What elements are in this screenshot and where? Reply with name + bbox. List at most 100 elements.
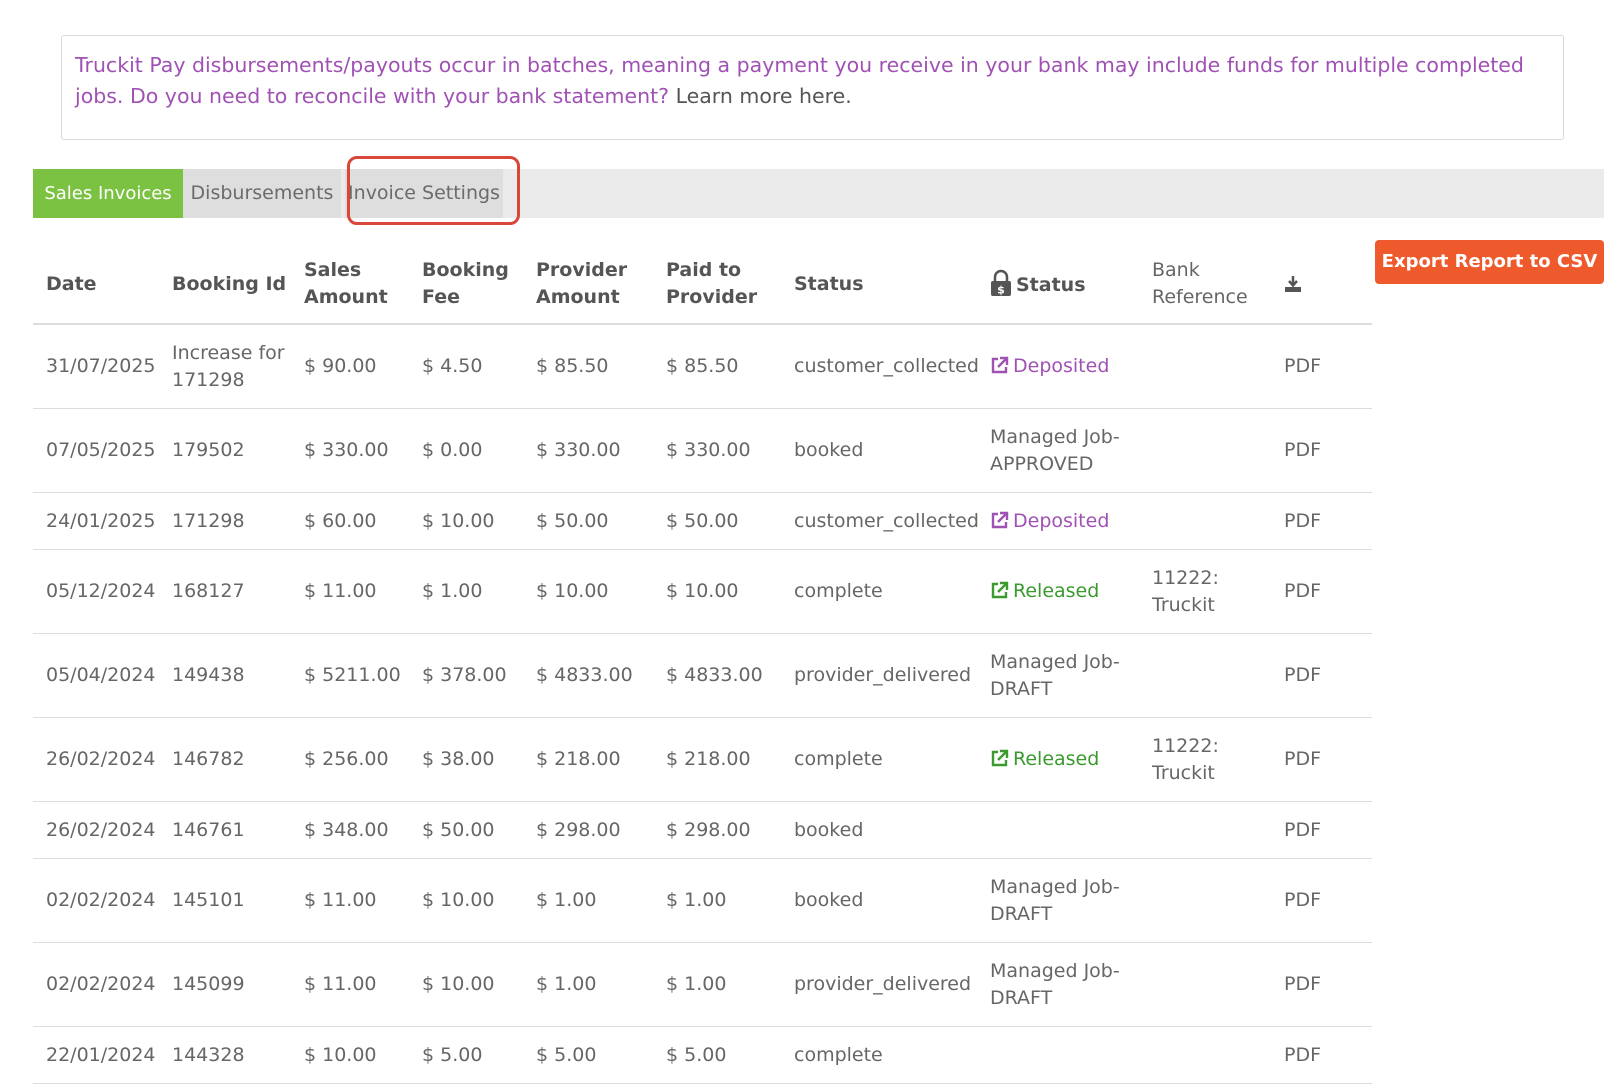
provider-amount-cell: $ 218.00 xyxy=(523,717,653,802)
booking-fee-cell: $ 10.00 xyxy=(409,942,523,1027)
provider-amount-cell: $ 1.00 xyxy=(523,942,653,1027)
svg-text:$: $ xyxy=(997,284,1005,297)
payment-status-link[interactable]: Released xyxy=(990,748,1099,770)
paid-to-provider-cell: $ 50.00 xyxy=(653,492,781,550)
payment-status-link[interactable]: Released xyxy=(990,580,1099,602)
status-cell: booked xyxy=(781,408,977,493)
booking-fee-cell: $ 1.00 xyxy=(409,549,523,634)
paid-to-provider-cell: $ 218.00 xyxy=(653,717,781,802)
pdf-link[interactable]: PDF xyxy=(1271,1026,1372,1084)
pdf-link[interactable]: PDF xyxy=(1271,492,1372,550)
pdf-link[interactable]: PDF xyxy=(1271,801,1372,859)
pdf-link[interactable]: PDF xyxy=(1271,324,1372,409)
pdf-link[interactable]: PDF xyxy=(1271,549,1372,634)
paid-to-provider-cell: $ 5.00 xyxy=(653,1026,781,1084)
bank-reference-cell xyxy=(1139,408,1271,493)
col-provider-amount-header[interactable]: Provider Amount xyxy=(523,245,653,325)
booking-fee-cell: $ 5.00 xyxy=(409,1026,523,1084)
date-cell: 05/12/2024 xyxy=(33,549,159,634)
sales-amount-cell: $ 11.00 xyxy=(291,549,409,634)
sales-amount-cell: $ 256.00 xyxy=(291,717,409,802)
sales-amount-cell: $ 60.00 xyxy=(291,492,409,550)
paid-to-provider-cell: $ 330.00 xyxy=(653,408,781,493)
pdf-link[interactable]: PDF xyxy=(1271,633,1372,718)
payment-status-label: Status xyxy=(1016,274,1086,296)
paid-to-provider-cell: $ 1.00 xyxy=(653,858,781,943)
table-row: 24/01/2025 171298 $ 60.00 $ 10.00 $ 50.00 $ 5… xyxy=(33,492,1372,550)
booking-fee-cell: $ 10.00 xyxy=(409,492,523,550)
payment-status-text: Deposited xyxy=(1013,509,1110,532)
payment-status-link[interactable]: Deposited xyxy=(990,355,1109,377)
table-row: 22/01/2024 144328 $ 10.00 $ 5.00 $ 5.00 $ 5.0… xyxy=(33,1026,1372,1084)
payment-status-cell: Managed Job-DRAFT xyxy=(977,942,1139,1027)
sales-amount-cell: $ 10.00 xyxy=(291,1026,409,1084)
tab-invoice-settings[interactable]: Invoice Settings xyxy=(345,169,503,218)
status-cell: complete xyxy=(781,717,977,802)
booking-id-cell: 145099 xyxy=(159,942,291,1027)
booking-id-cell: 179502 xyxy=(159,408,291,493)
col-sales-amount-header[interactable]: Sales Amount xyxy=(291,245,409,325)
booking-fee-cell: $ 4.50 xyxy=(409,324,523,409)
paid-to-provider-cell: $ 10.00 xyxy=(653,549,781,634)
sales-amount-cell: $ 11.00 xyxy=(291,942,409,1027)
external-link-icon xyxy=(991,511,1009,528)
sales-amount-cell: $ 90.00 xyxy=(291,324,409,409)
col-booking-fee-header[interactable]: Booking Fee xyxy=(409,245,523,325)
bank-reference-cell xyxy=(1139,942,1271,1027)
external-link-icon xyxy=(991,749,1009,767)
bank-reference-cell xyxy=(1139,633,1271,718)
provider-amount-cell: $ 330.00 xyxy=(523,408,653,493)
learn-more-link[interactable]: Learn more here. xyxy=(676,84,852,108)
provider-amount-cell: $ 298.00 xyxy=(523,801,653,859)
tab-disbursements[interactable]: Disbursements xyxy=(183,169,341,218)
status-cell: provider_delivered xyxy=(781,633,977,718)
pdf-link[interactable]: PDF xyxy=(1271,942,1372,1027)
booking-id-cell: 146761 xyxy=(159,801,291,859)
status-cell: complete xyxy=(781,549,977,634)
col-paid-to-provider-header[interactable]: Paid to Provider xyxy=(653,245,781,325)
bank-reference-cell xyxy=(1139,1026,1271,1084)
table-row: 02/02/2024 145101 $ 11.00 $ 10.00 $ 1.00 $ 1.… xyxy=(33,858,1372,943)
col-payment-status-header[interactable]: $ Status xyxy=(977,245,1139,325)
info-notice: Truckit Pay disbursements/payouts occur … xyxy=(61,35,1564,140)
payment-status-cell: Managed Job-DRAFT xyxy=(977,858,1139,943)
booking-fee-cell: $ 0.00 xyxy=(409,408,523,493)
payment-status-cell xyxy=(977,1026,1139,1084)
sales-amount-cell: $ 348.00 xyxy=(291,801,409,859)
col-date-header[interactable]: Date xyxy=(33,245,159,325)
paid-to-provider-cell: $ 1.00 xyxy=(653,942,781,1027)
pdf-link[interactable]: PDF xyxy=(1271,717,1372,802)
status-cell: booked xyxy=(781,858,977,943)
provider-amount-cell: $ 85.50 xyxy=(523,324,653,409)
booking-id-cell: 145101 xyxy=(159,858,291,943)
date-cell: 24/01/2025 xyxy=(33,492,159,550)
col-bank-reference-header[interactable]: Bank Reference xyxy=(1139,245,1271,325)
booking-fee-cell: $ 10.00 xyxy=(409,858,523,943)
booking-fee-cell: $ 38.00 xyxy=(409,717,523,802)
date-cell: 26/02/2024 xyxy=(33,717,159,802)
provider-amount-cell: $ 4833.00 xyxy=(523,633,653,718)
col-status-header[interactable]: Status xyxy=(781,245,977,325)
tab-sales-invoices[interactable]: Sales Invoices xyxy=(33,169,183,218)
status-cell: customer_collected xyxy=(781,324,979,409)
export-csv-button[interactable]: Export Report to CSV xyxy=(1375,240,1604,284)
table-row: 07/05/2025 179502 $ 330.00 $ 0.00 $ 330.00 $ … xyxy=(33,408,1372,493)
pdf-link[interactable]: PDF xyxy=(1271,858,1372,943)
paid-to-provider-cell: $ 85.50 xyxy=(653,324,781,409)
table-row: 26/02/2024 146761 $ 348.00 $ 50.00 $ 298.00 $… xyxy=(33,801,1372,859)
date-cell: 02/02/2024 xyxy=(33,858,159,943)
payment-status-text: Released xyxy=(1013,748,1100,770)
provider-amount-cell: $ 50.00 xyxy=(523,492,653,550)
pdf-link[interactable]: PDF xyxy=(1271,408,1372,493)
payment-status-cell: Managed Job-APPROVED xyxy=(977,408,1139,493)
booking-id-cell: 171298 xyxy=(159,492,291,550)
table-row: 31/07/2025 Increase for 171298 $ 90.00 $ 4.… xyxy=(33,324,1372,409)
date-cell: 02/02/2024 xyxy=(33,942,159,1027)
col-booking-id-header[interactable]: Booking Id xyxy=(159,245,291,325)
payment-status-cell: Managed Job-DRAFT xyxy=(977,633,1139,718)
provider-amount-cell: $ 5.00 xyxy=(523,1026,653,1084)
download-icon xyxy=(1285,275,1301,292)
payment-status-link[interactable]: Deposited xyxy=(990,510,1109,532)
bank-reference-cell xyxy=(1139,801,1271,859)
payment-status-text: Deposited xyxy=(1013,355,1110,377)
